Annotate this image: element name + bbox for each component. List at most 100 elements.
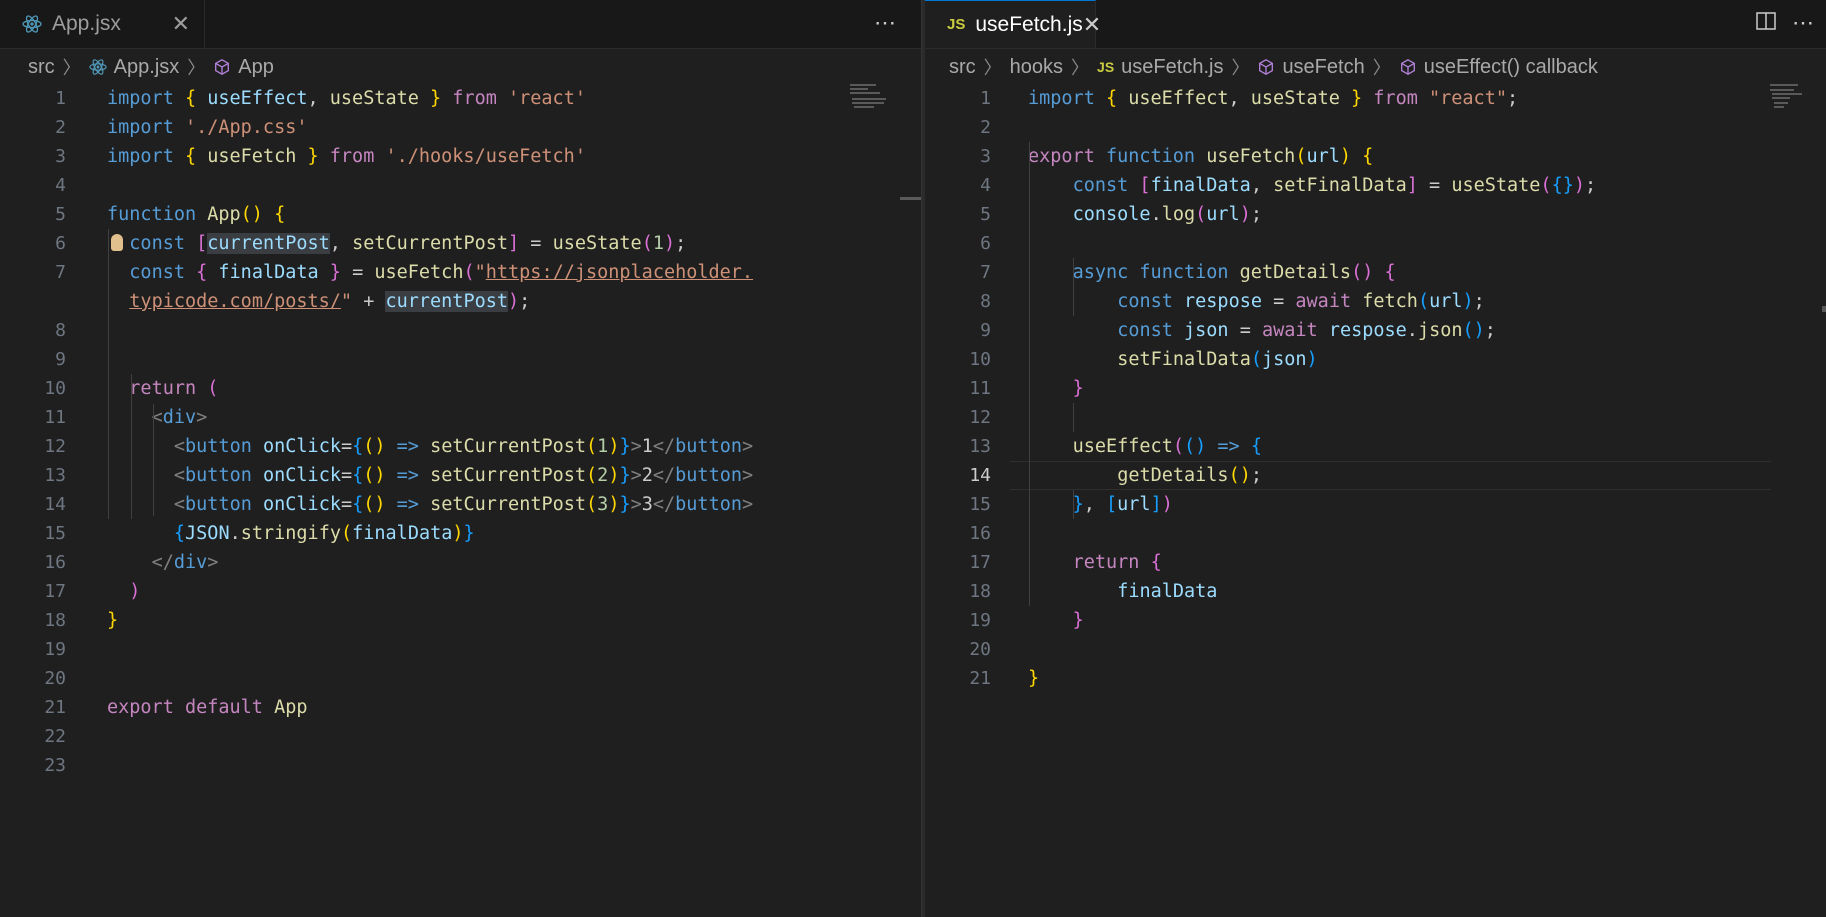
close-icon[interactable]: ✕ (1083, 12, 1101, 38)
code-line[interactable]: 1 import { useEffect, useState } from "re… (925, 84, 1826, 113)
code-line[interactable]: 11 <div> (0, 403, 921, 432)
code-line[interactable]: 15}, [url]) (925, 490, 1826, 519)
code-line[interactable]: 8 const respose = await fetch(url); (925, 287, 1826, 316)
code-line[interactable]: 22 (0, 722, 921, 751)
code-line[interactable]: 14 getDetails(); (925, 461, 1826, 490)
close-icon[interactable]: ✕ (172, 11, 190, 37)
minimap[interactable] (1770, 84, 1810, 112)
indent-guide (1073, 490, 1074, 519)
code-token: await (1295, 291, 1363, 312)
code-line[interactable]: 5 console.log(url); (925, 200, 1826, 229)
code-token: ( (207, 378, 219, 399)
indent-guide (131, 374, 132, 519)
code-line[interactable]: 11} (925, 374, 1826, 403)
code-line[interactable]: 18 finalData (925, 577, 1826, 606)
breadcrumb-hooks[interactable]: hooks (1010, 56, 1063, 79)
code-token: useFetch (374, 262, 464, 283)
breadcrumb-callback[interactable]: useEffect() callback (1424, 56, 1598, 79)
code-line[interactable]: 14 <button onClick={() => setCurrentPost(… (0, 490, 921, 519)
code-line[interactable]: 16 (925, 519, 1826, 548)
code-text: } (1073, 374, 1084, 403)
code-line[interactable]: 21} (925, 664, 1826, 693)
code-line[interactable]: 19} (925, 606, 1826, 635)
code-line[interactable]: 16 </div> (0, 548, 921, 577)
code-token: ( (1195, 204, 1207, 225)
code-token: </ (652, 465, 676, 486)
indent-guide (1073, 403, 1074, 432)
code-token: './App.css' (184, 117, 308, 138)
code-line[interactable]: 17 return { (925, 548, 1826, 577)
breadcrumb-src[interactable]: src (949, 56, 976, 79)
chevron-right-icon: 〉 (1372, 58, 1391, 78)
code-line[interactable]: 17) (0, 577, 921, 606)
code-line[interactable]: 10 setFinalData(json) (925, 345, 1826, 374)
code-token: { (1105, 88, 1129, 109)
code-line[interactable]: 15 {JSON.stringify(finalData)} (0, 519, 921, 548)
code-line[interactable]: 19 (0, 635, 921, 664)
code-token: const (129, 262, 197, 283)
code-text: {JSON.stringify(finalData)} (174, 519, 475, 548)
code-line[interactable]: typicode.com/posts/" + currentPost); (0, 287, 921, 316)
code-line[interactable]: 13 useEffect(() => { (925, 432, 1826, 461)
left-code-editor[interactable]: 1 import { useEffect, useState } from 're… (0, 84, 921, 917)
breadcrumb-function[interactable]: useFetch (1282, 56, 1364, 79)
chevron-right-icon: 〉 (1231, 58, 1250, 78)
code-line[interactable]: 8 (0, 316, 921, 345)
right-code-editor[interactable]: 1 import { useEffect, useState } from "re… (925, 84, 1826, 917)
code-line[interactable]: 20 (925, 635, 1826, 664)
code-token: stringify (240, 523, 341, 544)
scrollbar-marker[interactable] (900, 197, 921, 200)
code-line[interactable]: 4 (0, 171, 921, 200)
code-line[interactable]: 10 return ( (0, 374, 921, 403)
split-editor-icon[interactable] (1755, 10, 1777, 38)
code-token: = (1261, 291, 1296, 312)
breadcrumb-symbol[interactable]: App (238, 56, 274, 79)
code-token: </ (652, 494, 676, 515)
code-line[interactable]: 1 import { useEffect, useState } from 're… (0, 84, 921, 113)
code-line[interactable]: 7 const { finalData } = useFetch("https:/… (0, 258, 921, 287)
code-line[interactable]: 5 function App() { (0, 200, 921, 229)
line-number: 9 (55, 349, 66, 370)
code-token: from (318, 146, 386, 167)
code-line[interactable]: 23 (0, 751, 921, 780)
code-line[interactable]: 20 (0, 664, 921, 693)
code-line[interactable]: 12 (925, 403, 1826, 432)
code-text: useEffect(() => { (1073, 432, 1262, 461)
code-text: export default App (107, 693, 308, 722)
code-line[interactable]: 13 <button onClick={() => setCurrentPost(… (0, 461, 921, 490)
react-icon (22, 14, 42, 34)
code-line[interactable]: 3 export function useFetch(url) { (925, 142, 1826, 171)
code-line[interactable]: 4 const [finalData, setFinalData] = useSt… (925, 171, 1826, 200)
code-line[interactable]: 2 import './App.css' (0, 113, 921, 142)
code-line[interactable]: 12 <button onClick={() => setCurrentPost(… (0, 432, 921, 461)
tab-app-jsx[interactable]: App.jsx ✕ (0, 0, 205, 48)
code-line[interactable]: 9 (0, 345, 921, 374)
code-line[interactable]: 9 const json = await respose.json(); (925, 316, 1826, 345)
code-line[interactable]: 2 (925, 113, 1826, 142)
ellipsis-icon[interactable]: ⋯ (874, 10, 896, 36)
code-token: < (173, 436, 186, 457)
ellipsis-icon[interactable]: ⋯ (1792, 10, 1814, 36)
code-line[interactable]: 6 const [currentPost, setCurrentPost] = u… (0, 229, 921, 258)
code-token: > (207, 552, 219, 573)
breadcrumb-file[interactable]: App.jsx (114, 56, 180, 79)
code-token: () (1351, 262, 1374, 283)
tab-usefetch-js[interactable]: JS useFetch.js ✕ (925, 0, 1101, 48)
lightbulb-icon[interactable] (111, 234, 123, 251)
code-text: export function useFetch(url) { (1028, 142, 1373, 171)
code-line[interactable]: 7 async function getDetails() { (925, 258, 1826, 287)
code-token: ] (508, 233, 520, 254)
code-token: url (1117, 494, 1151, 515)
code-line[interactable]: 18} (0, 606, 921, 635)
minimap[interactable] (850, 84, 890, 112)
code-line[interactable]: 6 (925, 229, 1826, 258)
code-line[interactable]: 3 import { useFetch } from './hooks/useFe… (0, 142, 921, 171)
scrollbar-marker[interactable] (1822, 306, 1826, 312)
left-tab-bar: App.jsx ✕ ⋯ (0, 0, 921, 49)
code-token: button (675, 465, 742, 486)
breadcrumb-src[interactable]: src (28, 56, 55, 79)
code-line[interactable]: 21 export default App (0, 693, 921, 722)
breadcrumb-file[interactable]: useFetch.js (1121, 56, 1223, 79)
